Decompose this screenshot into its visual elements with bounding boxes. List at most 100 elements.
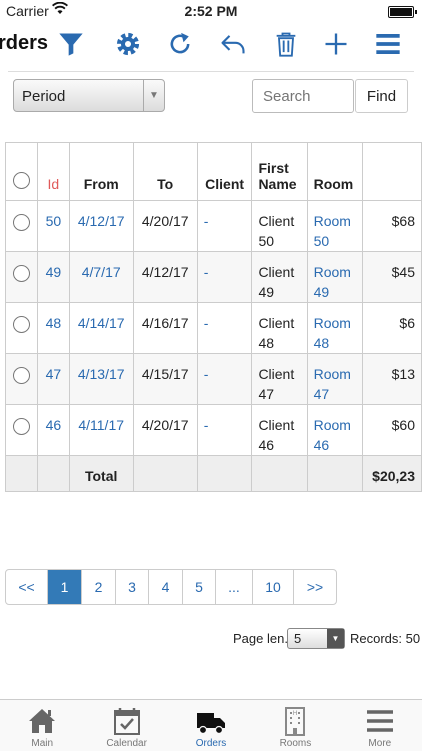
order-id-link[interactable]: 48 xyxy=(37,302,70,354)
page-length-select[interactable]: 5 ▼ xyxy=(287,628,345,649)
page-2-button[interactable]: 2 xyxy=(82,570,116,604)
menu-icon xyxy=(366,710,393,732)
page-last-button[interactable]: >> xyxy=(294,570,336,604)
page-5-button[interactable]: 5 xyxy=(183,570,216,604)
row-checkbox[interactable] xyxy=(13,265,31,282)
delete-button[interactable] xyxy=(268,26,304,62)
column-header-first-name[interactable]: First Name xyxy=(251,142,308,201)
column-header-to[interactable]: To xyxy=(132,142,198,201)
order-id-link[interactable]: 47 xyxy=(37,353,70,405)
first-name: Client 50 xyxy=(251,200,308,252)
trash-icon xyxy=(276,32,296,57)
find-button[interactable]: Find xyxy=(355,79,408,113)
battery-icon xyxy=(388,6,417,18)
records-count: Records: 50 xyxy=(350,631,421,646)
table-row[interactable]: 50 4/12/17 4/20/17 - Client 50 Room 50 $… xyxy=(5,200,422,252)
tab-orders[interactable]: Orders xyxy=(169,700,253,751)
table-header-row: Id From To Client First Name Room xyxy=(5,142,422,201)
menu-button[interactable] xyxy=(370,26,406,62)
from-date-link[interactable]: 4/11/17 xyxy=(68,404,134,456)
column-header-amount xyxy=(362,142,422,201)
total-amount: $20,23 xyxy=(362,455,422,492)
tab-main[interactable]: Main xyxy=(0,700,84,751)
filter-icon xyxy=(59,33,83,56)
first-name: Client 49 xyxy=(251,251,308,303)
nav-divider xyxy=(8,71,414,72)
to-date: 4/20/17 xyxy=(132,200,198,252)
page-4-button[interactable]: 4 xyxy=(149,570,183,604)
room-link[interactable]: Room 49 xyxy=(306,251,364,303)
page-length-label: Page len. xyxy=(233,631,288,646)
tab-calendar-label: Calendar xyxy=(106,738,147,749)
row-checkbox[interactable] xyxy=(13,316,31,333)
orders-table: Id From To Client First Name Room 50 4/1… xyxy=(5,142,422,492)
filter-button[interactable] xyxy=(53,26,89,62)
chevron-down-icon: ▼ xyxy=(143,80,164,111)
undo-button[interactable] xyxy=(215,26,251,62)
period-select-value: Period xyxy=(22,88,66,105)
hamburger-icon xyxy=(376,33,400,55)
page-first-button[interactable]: << xyxy=(6,570,48,604)
to-date: 4/16/17 xyxy=(132,302,198,354)
room-link[interactable]: Room 50 xyxy=(306,200,364,252)
table-row[interactable]: 47 4/13/17 4/15/17 - Client 47 Room 47 $… xyxy=(5,353,422,405)
amount: $45 xyxy=(362,251,422,303)
from-date-link[interactable]: 4/12/17 xyxy=(68,200,134,252)
first-name: Client 47 xyxy=(251,353,308,405)
from-date-link[interactable]: 4/14/17 xyxy=(68,302,134,354)
room-link[interactable]: Room 47 xyxy=(306,353,364,405)
nav-bar: rders xyxy=(0,22,422,66)
order-id-link[interactable]: 50 xyxy=(37,200,70,252)
column-header-from[interactable]: From xyxy=(68,142,134,201)
row-checkbox-cell xyxy=(5,353,39,405)
chevron-down-icon: ▼ xyxy=(327,629,344,648)
from-date-link[interactable]: 4/13/17 xyxy=(68,353,134,405)
table-row[interactable]: 49 4/7/17 4/12/17 - Client 49 Room 49 $4… xyxy=(5,251,422,303)
client-link[interactable]: - xyxy=(196,302,253,354)
tab-more-label: More xyxy=(368,738,392,749)
pagination: << 1 2 3 4 5 ... 10 >> xyxy=(5,569,337,605)
search-input[interactable] xyxy=(252,79,354,113)
refresh-icon xyxy=(170,32,190,54)
order-id-link[interactable]: 46 xyxy=(37,404,70,456)
row-checkbox-cell xyxy=(5,251,39,303)
total-row: Total $20,23 xyxy=(5,455,422,492)
amount: $6 xyxy=(362,302,422,354)
column-header-client[interactable]: Client xyxy=(196,142,253,201)
select-all-checkbox[interactable] xyxy=(13,172,31,189)
page-length-value: 5 xyxy=(294,631,302,646)
page-3-button[interactable]: 3 xyxy=(116,570,149,604)
order-id-link[interactable]: 49 xyxy=(37,251,70,303)
amount: $68 xyxy=(362,200,422,252)
to-date: 4/20/17 xyxy=(132,404,198,456)
tab-more[interactable]: More xyxy=(338,700,422,751)
calendar-icon xyxy=(113,708,140,735)
row-checkbox[interactable] xyxy=(13,418,31,435)
period-select[interactable]: Period ▼ xyxy=(13,79,165,112)
from-date-link[interactable]: 4/7/17 xyxy=(68,251,134,303)
tab-calendar[interactable]: Calendar xyxy=(84,700,168,751)
client-link[interactable]: - xyxy=(196,200,253,252)
column-header-room[interactable]: Room xyxy=(306,142,364,201)
table-row[interactable]: 48 4/14/17 4/16/17 - Client 48 Room 48 $… xyxy=(5,302,422,354)
refresh-button[interactable] xyxy=(162,26,198,62)
add-button[interactable] xyxy=(318,26,354,62)
room-link[interactable]: Room 46 xyxy=(306,404,364,456)
client-link[interactable]: - xyxy=(196,251,253,303)
settings-button[interactable] xyxy=(110,26,146,62)
select-all-cell xyxy=(5,142,39,201)
client-link[interactable]: - xyxy=(196,353,253,405)
row-checkbox[interactable] xyxy=(13,367,31,384)
client-link[interactable]: - xyxy=(196,404,253,456)
amount: $13 xyxy=(362,353,422,405)
page-1-button[interactable]: 1 xyxy=(48,570,82,604)
row-checkbox[interactable] xyxy=(13,214,31,231)
truck-icon xyxy=(197,713,226,735)
undo-icon xyxy=(221,35,245,54)
table-row[interactable]: 46 4/11/17 4/20/17 - Client 46 Room 46 $… xyxy=(5,404,422,456)
tab-rooms[interactable]: H Rooms xyxy=(253,700,337,751)
room-link[interactable]: Room 48 xyxy=(306,302,364,354)
amount: $60 xyxy=(362,404,422,456)
page-10-button[interactable]: 10 xyxy=(253,570,294,604)
column-header-id[interactable]: Id xyxy=(37,142,70,201)
